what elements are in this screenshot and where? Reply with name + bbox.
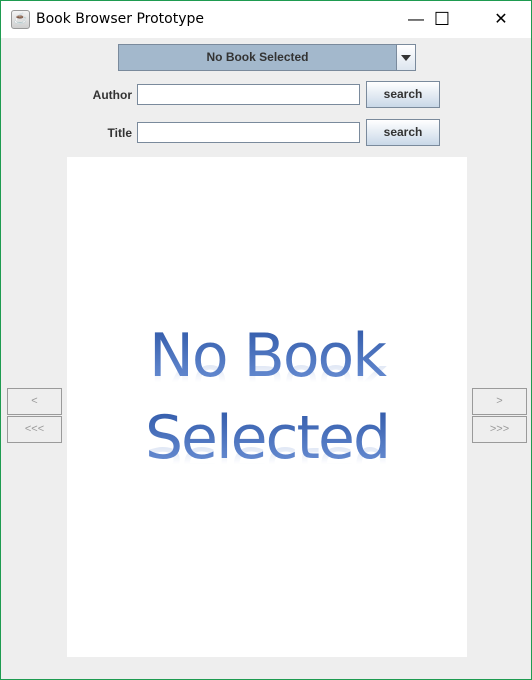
prev-button[interactable]: < (7, 388, 62, 415)
title-search-button[interactable]: search (366, 119, 440, 146)
book-cover-image: No Book No Book Selected Selected (67, 157, 467, 657)
java-app-icon: ☕ (11, 10, 30, 29)
title-bar: ☕ Book Browser Prototype — ☐ ✕ (1, 1, 531, 38)
app-window: ☕ Book Browser Prototype — ☐ ✕ No Book S… (0, 0, 532, 680)
title-label: Title (107, 126, 132, 140)
last-button[interactable]: >>> (472, 416, 527, 443)
book-select-dropdown[interactable]: No Book Selected (118, 44, 416, 71)
book-select-value: No Book Selected (206, 50, 309, 64)
first-button[interactable]: <<< (7, 416, 62, 443)
title-input[interactable] (137, 122, 360, 143)
window-title: Book Browser Prototype (36, 11, 205, 27)
maximize-button[interactable]: ☐ (419, 1, 465, 38)
author-search-button[interactable]: search (366, 81, 440, 108)
close-button[interactable]: ✕ (478, 1, 524, 38)
author-input[interactable] (137, 84, 360, 105)
author-label: Author (92, 88, 132, 102)
next-button[interactable]: > (472, 388, 527, 415)
cover-reflection-line2: Selected (67, 433, 467, 503)
chevron-down-icon[interactable] (396, 45, 415, 70)
